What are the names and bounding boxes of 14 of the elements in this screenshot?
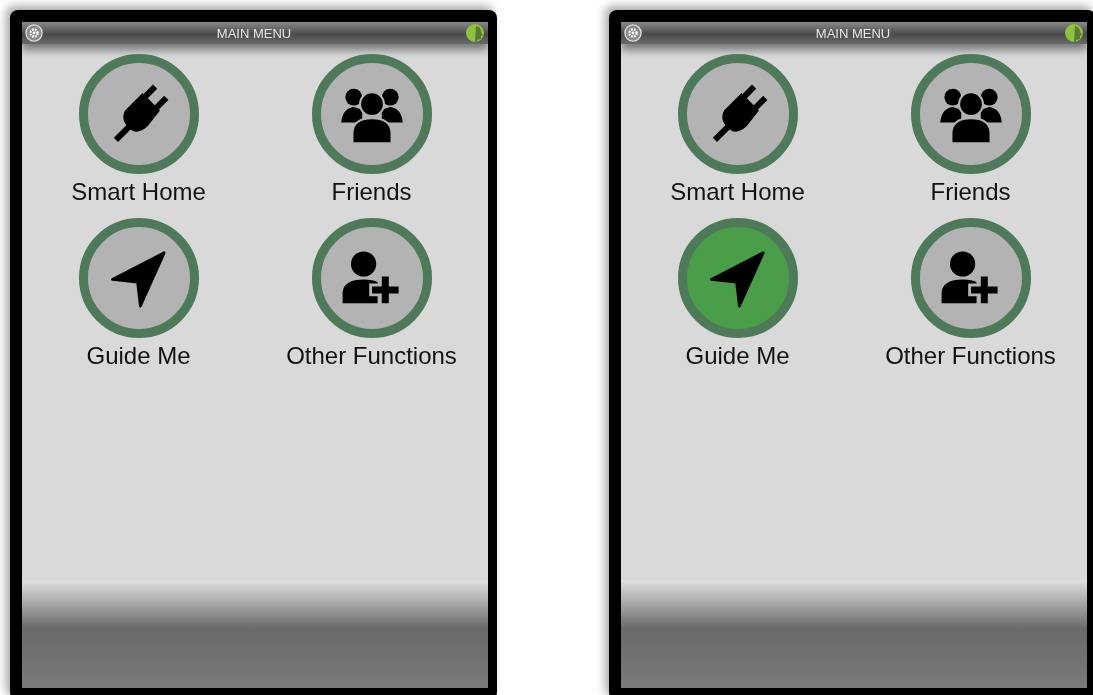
menu-label: Friends xyxy=(930,178,1011,206)
settings-icon[interactable] xyxy=(624,24,642,42)
menu-label: Smart Home xyxy=(670,178,805,206)
menu-label: Guide Me xyxy=(685,342,790,370)
screen-title: MAIN MENU xyxy=(215,25,293,41)
head-logo-icon xyxy=(1064,23,1084,43)
menu-label: Friends xyxy=(331,178,412,206)
menu-label: Other Functions xyxy=(286,342,457,370)
menu-label: Guide Me xyxy=(86,342,191,370)
head-logo-icon xyxy=(465,23,485,43)
menu-label: Other Functions xyxy=(885,342,1056,370)
screen-title: MAIN MENU xyxy=(814,25,892,41)
menu-label: Smart Home xyxy=(71,178,206,206)
settings-icon[interactable] xyxy=(25,24,43,42)
